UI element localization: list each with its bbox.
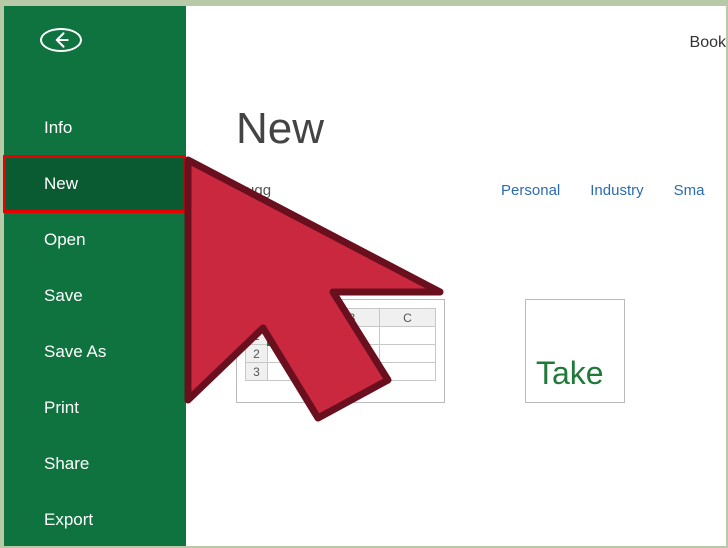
templates-row: A B C 1 2 [236,299,726,403]
menu-label: Save [44,286,83,306]
cell-b2 [324,345,380,363]
page-title: New [236,104,726,154]
col-header-a: A [268,309,324,327]
corner-cell [246,309,268,327]
cell-a1 [268,327,324,345]
menu-label: Share [44,454,89,474]
category-link-industry[interactable]: Industry [590,182,643,199]
menu-label: Export [44,510,93,530]
template-welcome-tour[interactable]: Take [525,299,625,403]
template-blank-workbook[interactable]: A B C 1 2 [236,299,445,403]
content-area: Book New Sugg Personal Industry Sma A B … [186,6,726,546]
cell-a3 [268,363,324,381]
menu-item-info[interactable]: Info [4,100,186,156]
cell-c1 [380,327,436,345]
menu-label: Print [44,398,79,418]
back-arrow-icon [51,30,71,50]
col-header-b: B [324,309,380,327]
app-frame: Info New Open Save Save As Print Share E… [4,6,726,546]
cell-b3 [324,363,380,381]
category-link-personal[interactable]: Personal [501,182,560,199]
menu-item-open[interactable]: Open [4,212,186,268]
menu-label: New [44,174,78,194]
menu-label: Open [44,230,86,250]
backstage-sidebar: Info New Open Save Save As Print Share E… [4,6,186,546]
cell-a2 [268,345,324,363]
row-header-1: 1 [246,327,268,345]
menu-item-export[interactable]: Export [4,492,186,548]
tour-label: Take [536,355,604,392]
row-header-3: 3 [246,363,268,381]
cell-b1 [324,327,380,345]
menu-label: Save As [44,342,106,362]
suggested-label: Sugg [236,182,271,199]
category-link-small[interactable]: Sma [674,182,705,199]
menu-item-new[interactable]: New [4,156,186,212]
menu-label: Info [44,118,72,138]
back-button[interactable] [40,28,82,52]
suggested-searches-row: Sugg Personal Industry Sma [236,182,726,199]
backstage-menu: Info New Open Save Save As Print Share E… [4,100,186,548]
menu-item-share[interactable]: Share [4,436,186,492]
cell-c2 [380,345,436,363]
cell-c3 [380,363,436,381]
row-header-2: 2 [246,345,268,363]
blank-workbook-preview: A B C 1 2 [245,308,436,381]
menu-item-print[interactable]: Print [4,380,186,436]
menu-item-save[interactable]: Save [4,268,186,324]
col-header-c: C [380,309,436,327]
document-title: Book [690,34,726,52]
menu-item-save-as[interactable]: Save As [4,324,186,380]
